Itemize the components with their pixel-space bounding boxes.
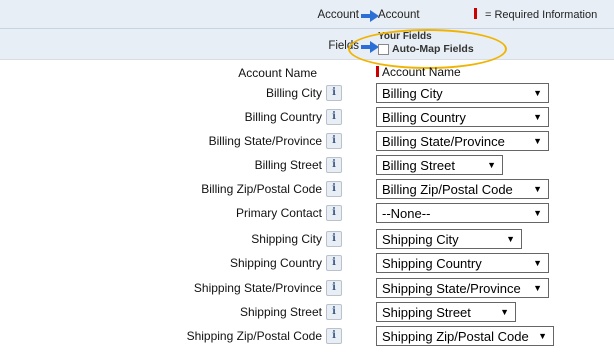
account-name-value: Account Name bbox=[376, 65, 461, 79]
info-icon[interactable]: i bbox=[326, 157, 342, 173]
select-value: Shipping State/Province bbox=[382, 280, 521, 296]
field-select[interactable]: --None-- ▼ bbox=[376, 203, 549, 223]
field-row: Shipping Country i Shipping Country ▼ bbox=[0, 251, 614, 275]
dropdown-caret-icon: ▼ bbox=[533, 88, 542, 98]
field-select[interactable]: Shipping City ▼ bbox=[376, 229, 522, 249]
field-select[interactable]: Shipping Country ▼ bbox=[376, 253, 549, 273]
dropdown-caret-icon: ▼ bbox=[533, 258, 542, 268]
select-value: Shipping City bbox=[382, 231, 459, 247]
select-value: Shipping Country bbox=[382, 255, 482, 271]
dropdown-caret-icon: ▼ bbox=[533, 112, 542, 122]
field-label: Shipping State/Province bbox=[193, 281, 322, 295]
info-icon[interactable]: i bbox=[326, 181, 342, 197]
field-select[interactable]: Billing City ▼ bbox=[376, 83, 549, 103]
field-label: Primary Contact bbox=[235, 206, 322, 220]
info-icon[interactable]: i bbox=[326, 280, 342, 296]
select-value: --None-- bbox=[382, 205, 431, 221]
info-icon[interactable]: i bbox=[326, 231, 342, 247]
dropdown-caret-icon: ▼ bbox=[500, 307, 509, 317]
field-select[interactable]: Shipping Street ▼ bbox=[376, 302, 516, 322]
select-value: Billing Country bbox=[382, 109, 466, 125]
field-select[interactable]: Shipping State/Province ▼ bbox=[376, 278, 549, 298]
select-value: Shipping Zip/Postal Code bbox=[382, 328, 529, 344]
field-select[interactable]: Billing Street ▼ bbox=[376, 155, 503, 175]
field-select[interactable]: Shipping Zip/Postal Code ▼ bbox=[376, 326, 554, 346]
field-row: Shipping State/Province i Shipping State… bbox=[0, 276, 614, 300]
account-name-text: Account Name bbox=[382, 65, 461, 79]
arrow-right-icon bbox=[361, 10, 379, 22]
select-value: Billing State/Province bbox=[382, 133, 505, 149]
field-row: Billing City i Billing City ▼ bbox=[0, 81, 614, 105]
info-icon[interactable]: i bbox=[326, 205, 342, 221]
field-label: Shipping Country bbox=[229, 256, 322, 270]
field-label: Account Name bbox=[238, 66, 317, 80]
field-row: Shipping Zip/Postal Code i Shipping Zip/… bbox=[0, 324, 614, 348]
field-select[interactable]: Billing Country ▼ bbox=[376, 107, 549, 127]
field-row: Shipping Street i Shipping Street ▼ bbox=[0, 300, 614, 324]
field-label: Shipping Zip/Postal Code bbox=[186, 329, 322, 343]
field-label: Billing State/Province bbox=[208, 134, 322, 148]
field-row: Billing State/Province i Billing State/P… bbox=[0, 129, 614, 153]
field-select[interactable]: Billing Zip/Postal Code ▼ bbox=[376, 179, 549, 199]
info-icon[interactable]: i bbox=[326, 133, 342, 149]
header-row-fields: Fields Your Fields Auto-Map Fields bbox=[0, 29, 614, 60]
field-label: Billing City bbox=[265, 86, 322, 100]
info-icon[interactable]: i bbox=[326, 85, 342, 101]
field-label: Shipping City bbox=[251, 232, 322, 246]
field-label: Billing Street bbox=[254, 158, 322, 172]
required-marker bbox=[474, 8, 477, 19]
field-row: Billing Country i Billing Country ▼ bbox=[0, 105, 614, 129]
required-marker bbox=[376, 66, 379, 77]
info-icon[interactable]: i bbox=[326, 109, 342, 125]
info-icon[interactable]: i bbox=[326, 328, 342, 344]
dropdown-caret-icon: ▼ bbox=[538, 331, 547, 341]
field-select[interactable]: Billing State/Province ▼ bbox=[376, 131, 549, 151]
field-row: Billing Street i Billing Street ▼ bbox=[0, 153, 614, 177]
dropdown-caret-icon: ▼ bbox=[533, 208, 542, 218]
field-row: Billing Zip/Postal Code i Billing Zip/Po… bbox=[0, 177, 614, 201]
dropdown-caret-icon: ▼ bbox=[533, 136, 542, 146]
field-label: Billing Country bbox=[244, 110, 322, 124]
select-value: Billing Zip/Postal Code bbox=[382, 181, 513, 197]
field-label: Billing Zip/Postal Code bbox=[201, 182, 322, 196]
dropdown-caret-icon: ▼ bbox=[487, 160, 496, 170]
object-value: Account bbox=[378, 9, 420, 21]
field-row: Primary Contact i --None-- ▼ bbox=[0, 201, 614, 225]
select-value: Shipping Street bbox=[382, 304, 471, 320]
dropdown-caret-icon: ▼ bbox=[506, 234, 515, 244]
select-value: Billing City bbox=[382, 85, 443, 101]
info-icon[interactable]: i bbox=[326, 255, 342, 271]
dropdown-caret-icon: ▼ bbox=[533, 184, 542, 194]
field-label: Shipping Street bbox=[239, 305, 322, 319]
dropdown-caret-icon: ▼ bbox=[533, 283, 542, 293]
object-label: Account bbox=[317, 9, 359, 21]
required-legend: = Required Information bbox=[485, 9, 598, 21]
header-row-object: Account Account = Required Information bbox=[0, 0, 614, 29]
select-value: Billing Street bbox=[382, 157, 455, 173]
field-row: Shipping City i Shipping City ▼ bbox=[0, 227, 614, 251]
info-icon[interactable]: i bbox=[326, 304, 342, 320]
